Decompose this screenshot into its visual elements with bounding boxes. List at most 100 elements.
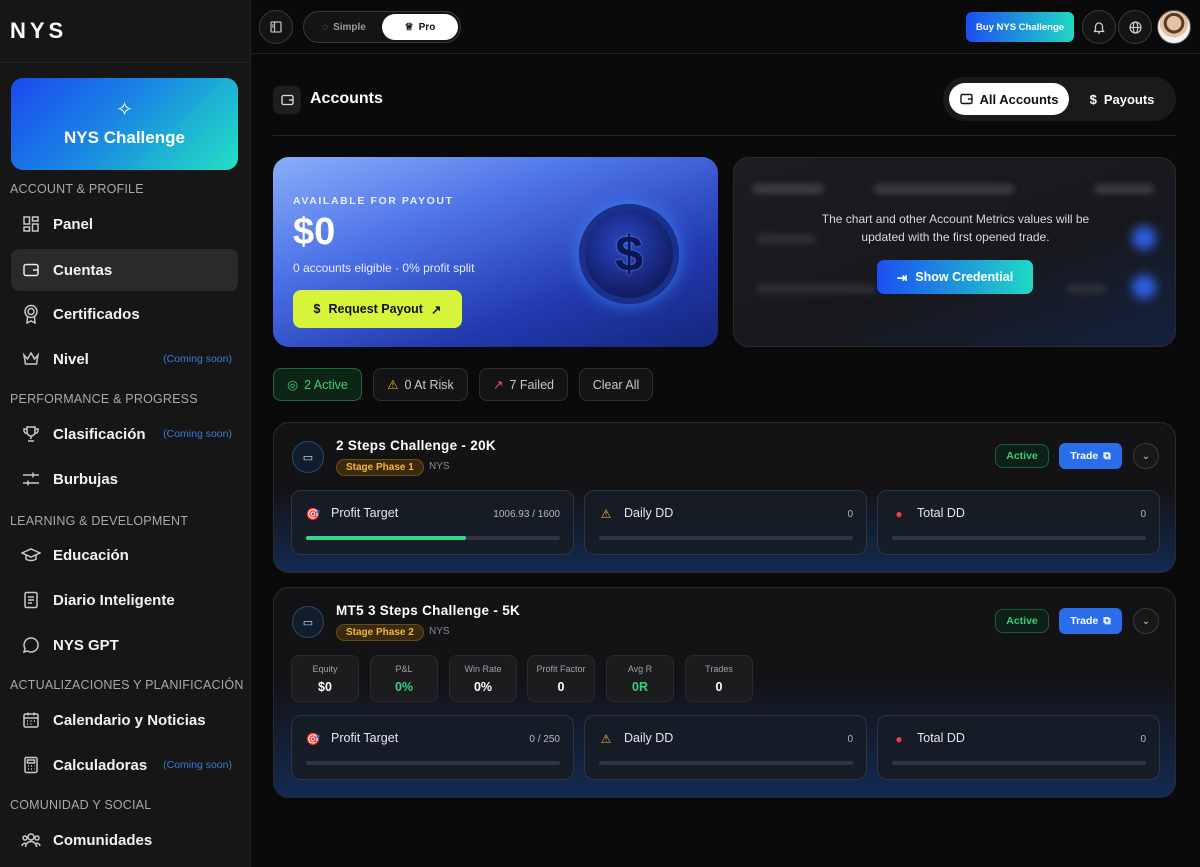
blurred-placeholder [1066, 284, 1106, 294]
warning-icon: ⚠ [600, 732, 612, 746]
tab-payouts[interactable]: $ Payouts [1077, 83, 1167, 115]
payout-subtext: 0 accounts eligible · 0% profit split [293, 261, 475, 275]
check-circle-icon: ◎ [287, 378, 299, 392]
trophy-icon [21, 424, 41, 444]
request-payout-label: Request Payout [328, 302, 423, 316]
stat-win-rate: Win Rate 0% [449, 655, 517, 702]
nys-challenge-card[interactable]: ✧ NYS Challenge [11, 78, 238, 170]
notifications-button[interactable] [1082, 10, 1116, 44]
sidebar-item-educacion[interactable]: Educación [11, 534, 238, 576]
request-payout-button[interactable]: $ Request Payout ↗ [293, 290, 462, 328]
sidebar-toggle-button[interactable] [259, 10, 293, 44]
metric-label: Daily DD [624, 506, 674, 520]
warning-icon: ⚠ [600, 507, 612, 521]
metric-label: Profit Target [331, 731, 399, 745]
metric-label: Total DD [917, 731, 965, 745]
show-credential-button[interactable]: ⇥ Show Credential [877, 260, 1033, 294]
wallet-icon [959, 93, 973, 105]
sidebar-item-comunidades[interactable]: Comunidades [11, 819, 238, 861]
section-learning-development: LEARNING & DEVELOPMENT [10, 514, 189, 528]
mode-toggle: ◌ Simple ♕ Pro [303, 11, 461, 43]
tab-payouts-label: Payouts [1103, 91, 1155, 107]
stat-label: Trades [705, 664, 733, 674]
buy-challenge-button[interactable]: Buy NYS Challenge [966, 12, 1074, 42]
sidebar-item-cuentas[interactable]: Cuentas [11, 249, 238, 291]
coming-soon-badge: (Coming soon) [163, 428, 232, 440]
blurred-placeholder [1094, 184, 1154, 194]
daily-dd-metric: ⚠ Daily DD 0 [584, 715, 867, 780]
avatar[interactable] [1157, 10, 1191, 44]
sidebar-item-clasificacion[interactable]: Clasificación (Coming soon) [11, 413, 238, 455]
progress-track [306, 761, 560, 765]
section-performance-progress: PERFORMANCE & PROGRESS [10, 392, 198, 406]
dashboard-grid-icon [21, 214, 41, 234]
account-card: ▭ 2 Steps Challenge - 20K Stage Phase 1 … [273, 422, 1176, 573]
blurred-placeholder [874, 184, 1014, 194]
wallet-icon [21, 260, 41, 280]
tab-all-accounts[interactable]: All Accounts [949, 83, 1069, 115]
progress-track [892, 536, 1146, 540]
expand-button[interactable]: ⌄ [1133, 608, 1159, 634]
filter-at-risk[interactable]: ⚠ 0 At Risk [373, 368, 468, 401]
sidebar-item-label: Burbujas [53, 470, 119, 488]
sidebar-item-nys-gpt[interactable]: NYS GPT [11, 624, 238, 666]
sidebar-item-burbujas[interactable]: Burbujas [11, 458, 238, 500]
users-icon [21, 830, 41, 850]
metric-value: 0 [1140, 734, 1146, 745]
sidebar-item-diario-inteligente[interactable]: Diario Inteligente [11, 579, 238, 621]
progress-track [892, 761, 1146, 765]
sidebar-item-calendario[interactable]: Calendario y Noticias [11, 699, 238, 741]
expand-button[interactable]: ⌄ [1133, 443, 1159, 469]
arrow-up-right-icon: ↗ [430, 302, 442, 317]
mode-pro-button[interactable]: ♕ Pro [382, 14, 458, 40]
app-root: NYS ✧ NYS Challenge ACCOUNT & PROFILE Pa… [0, 0, 1200, 867]
filter-active-label: 2 Active [304, 377, 348, 392]
journal-icon [21, 590, 41, 610]
sliders-icon [21, 469, 41, 489]
sidebar-item-certificados[interactable]: Certificados [11, 293, 238, 335]
filter-at-risk-label: 0 At Risk [404, 377, 454, 392]
bell-icon [1093, 21, 1105, 34]
header-divider [273, 135, 1176, 136]
dollar-icon: $ [1089, 91, 1097, 107]
progress-track [599, 536, 853, 540]
trade-button[interactable]: Trade ⧉ [1059, 443, 1122, 469]
metric-value: 0 [1140, 509, 1146, 520]
stat-profit-factor: Profit Factor 0 [527, 655, 595, 702]
trade-label: Trade [1070, 615, 1099, 627]
blurred-placeholder [1132, 226, 1156, 250]
metric-value: 1006.93 / 1600 [493, 509, 560, 520]
mode-simple-button[interactable]: ◌ Simple [308, 14, 380, 40]
chevron-down-icon: ⌄ [1141, 615, 1151, 627]
login-arrow-icon: ⇥ [896, 270, 908, 285]
filter-failed[interactable]: ↗ 7 Failed [479, 368, 568, 401]
metric-label: Total DD [917, 506, 965, 520]
award-icon [21, 304, 41, 324]
chevron-down-icon: ⌄ [1141, 450, 1151, 462]
total-dd-metric: ● Total DD 0 [877, 490, 1160, 555]
filter-clear-all[interactable]: Clear All [579, 368, 653, 401]
stat-equity: Equity $0 [291, 655, 359, 702]
sidebar-item-calculadoras[interactable]: Calculadoras (Coming soon) [11, 744, 238, 786]
sidebar-item-nivel[interactable]: Nivel (Coming soon) [11, 338, 238, 380]
metric-value: 0 / 250 [529, 734, 560, 745]
section-comunidad-social: COMUNIDAD Y SOCIAL [10, 798, 152, 812]
sidebar-item-panel[interactable]: Panel [11, 203, 238, 245]
stage-badge: Stage Phase 1 [336, 459, 424, 476]
sidebar-item-label: Cuentas [53, 261, 113, 279]
language-button[interactable] [1118, 10, 1152, 44]
external-link-icon: ⧉ [1103, 449, 1111, 462]
brand-logo[interactable]: NYS [10, 18, 67, 44]
filter-active[interactable]: ◎ 2 Active [273, 368, 362, 401]
trade-button[interactable]: Trade ⧉ [1059, 608, 1122, 634]
blurred-placeholder [756, 284, 876, 294]
account-card: ▭ MT5 3 Steps Challenge - 5K Stage Phase… [273, 587, 1176, 798]
stat-value: 0% [473, 680, 493, 694]
total-dd-metric: ● Total DD 0 [877, 715, 1160, 780]
section-account-profile: ACCOUNT & PROFILE [10, 182, 144, 196]
stage-badge: Stage Phase 2 [336, 624, 424, 641]
trade-label: Trade [1070, 450, 1099, 462]
sidebar-item-label: Calendario y Noticias [53, 711, 206, 729]
mode-simple-label: Simple [333, 21, 366, 33]
status-badge: Active [995, 609, 1049, 633]
